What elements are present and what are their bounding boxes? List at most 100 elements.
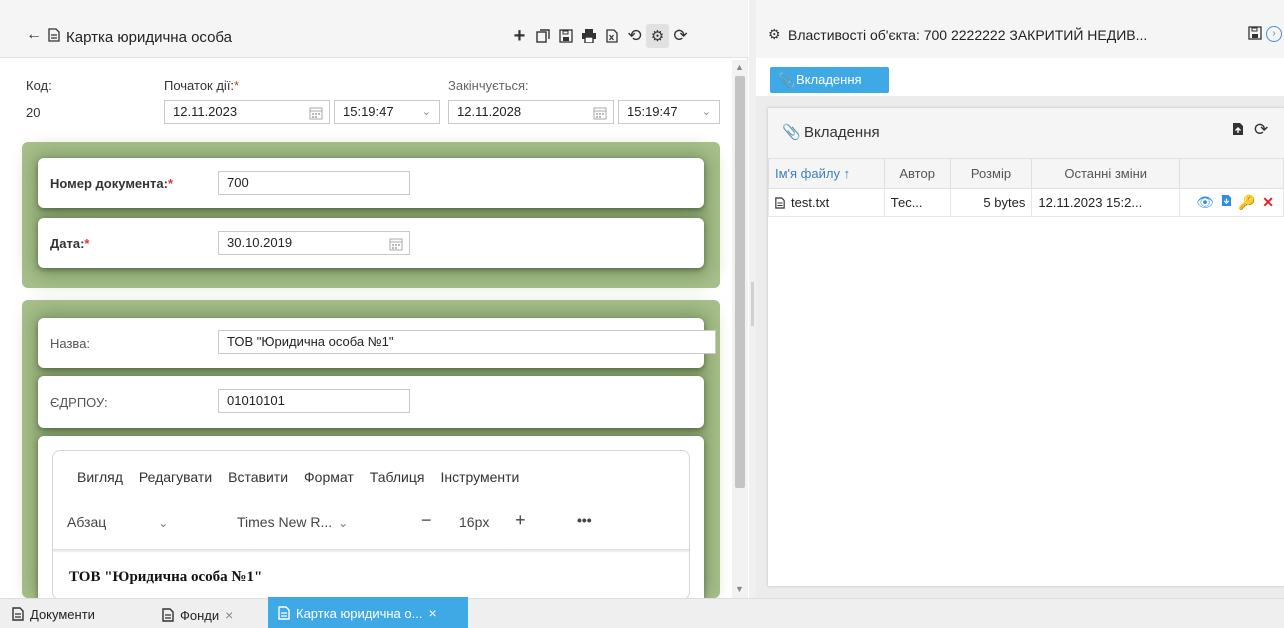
doc-date-value: 30.10.2019	[227, 235, 293, 250]
scroll-up-icon[interactable]: ▲	[735, 62, 744, 72]
start-label: Початок дії:*	[164, 78, 240, 93]
name-field[interactable]: ТОВ "Юридична особа №1"	[218, 330, 716, 354]
menu-table[interactable]: Таблиця	[370, 469, 425, 485]
card-title: Картка юридична особа	[66, 29, 233, 46]
menu-edit[interactable]: Редагувати	[139, 469, 212, 485]
calendar-icon[interactable]	[309, 105, 323, 127]
properties-panel: ⚙ Властивості об'єкта: 700 2222222 ЗАКРИ…	[756, 0, 1284, 598]
size-cell: 5 bytes	[949, 188, 1033, 217]
doc-date-field[interactable]: 30.10.2019	[218, 231, 410, 255]
font-select[interactable]: Times New R... ⌄	[237, 514, 348, 530]
document-icon	[162, 608, 174, 622]
close-icon[interactable]: ✕	[1262, 194, 1274, 211]
collapse-icon[interactable]: ›	[1266, 26, 1282, 42]
start-date-field[interactable]: 12.11.2023	[164, 100, 330, 124]
download-icon[interactable]	[1221, 194, 1232, 210]
column-size[interactable]: Розмір	[949, 158, 1033, 189]
document-icon	[48, 28, 60, 45]
end-date-field[interactable]: 12.11.2028	[448, 100, 614, 124]
eye-icon[interactable]: 👁	[1196, 194, 1214, 211]
splitter-grip[interactable]	[751, 282, 754, 326]
code-value: 20	[26, 105, 41, 120]
panel-splitter[interactable]	[749, 0, 756, 598]
tab-legal-entity-card[interactable]: Картка юридична о... ×	[268, 597, 468, 628]
upload-file-icon[interactable]	[1232, 122, 1244, 139]
document-group: Номер документа:* 700 Дата:* 30.10.2019	[22, 142, 720, 288]
file-name-cell[interactable]: test.txt	[768, 188, 885, 217]
scroll-down-icon[interactable]: ▼	[735, 584, 744, 594]
calendar-icon[interactable]	[389, 236, 403, 258]
back-arrow-icon[interactable]: ←	[26, 26, 42, 44]
doc-number-label: Номер документа:*	[50, 176, 174, 191]
properties-title: Властивості об'єкта: 700 2222222 ЗАКРИТИ…	[788, 27, 1148, 43]
attachments-button[interactable]: 📎 Вкладення	[770, 67, 889, 93]
editor-content[interactable]: ТОВ "Юридична особа №1"	[69, 569, 262, 586]
menu-view[interactable]: Вигляд	[77, 469, 123, 485]
save-icon[interactable]	[1248, 26, 1262, 43]
vertical-scrollbar[interactable]: ▲ ▼	[732, 60, 748, 598]
doc-number-card: Номер документа:* 700	[38, 158, 704, 208]
menu-insert[interactable]: Вставити	[228, 469, 288, 485]
name-value: ТОВ "Юридична особа №1"	[227, 334, 394, 349]
card-header: ← Картка юридична особа + ⟲ ⚙ ⟳	[0, 0, 748, 58]
menu-tools[interactable]: Інструменти	[440, 469, 519, 485]
copy-icon[interactable]	[531, 24, 554, 48]
history-icon[interactable]: ⟲	[623, 24, 646, 48]
paperclip-icon: 📎	[778, 72, 796, 88]
close-icon[interactable]: ×	[428, 605, 436, 621]
column-modified[interactable]: Останні зміни	[1031, 158, 1181, 189]
author-cell: Тес...	[883, 188, 951, 217]
add-icon[interactable]: +	[508, 24, 531, 48]
attachments-table: Ім'я файлу ↑ Автор Розмір Останні зміни …	[768, 158, 1284, 217]
column-file-name[interactable]: Ім'я файлу ↑	[768, 158, 885, 189]
attachments-panel-header: 📎 Вкладення ⟳	[768, 108, 1284, 158]
doc-number-field[interactable]: 700	[218, 171, 410, 195]
save-icon[interactable]	[554, 24, 577, 48]
close-icon[interactable]: ×	[225, 607, 233, 623]
doc-number-value: 700	[227, 175, 249, 190]
excel-icon[interactable]	[600, 24, 623, 48]
modified-cell: 12.11.2023 15:2...	[1031, 188, 1181, 217]
tab-funds[interactable]: Фонди ×	[162, 599, 262, 628]
refresh-icon[interactable]: ⟳	[1254, 120, 1268, 140]
document-icon	[278, 606, 290, 620]
key-icon[interactable]: 🔑	[1238, 194, 1255, 211]
rich-text-editor: Вигляд Редагувати Вставити Формат Таблиц…	[52, 450, 690, 600]
tab-label: Картка юридична о...	[296, 606, 423, 621]
attachments-area: 📎 Вкладення ⟳ Ім'я файлу ↑ Автор Розмір …	[756, 96, 1284, 598]
properties-header: ⚙ Властивості об'єкта: 700 2222222 ЗАКРИ…	[756, 0, 1284, 58]
edrpou-value: 01010101	[227, 393, 285, 408]
refresh-icon[interactable]: ⟳	[669, 24, 692, 48]
end-time-field[interactable]: 15:19:47 ⌄	[618, 100, 720, 124]
font-value: Times New R...	[237, 514, 333, 530]
font-size-value[interactable]: 16px	[459, 514, 489, 530]
edrpou-field[interactable]: 01010101	[218, 389, 410, 413]
doc-date-label: Дата:*	[50, 236, 90, 251]
chevron-down-icon: ⌄	[158, 516, 169, 530]
editor-menubar: Вигляд Редагувати Вставити Формат Таблиц…	[77, 469, 519, 485]
settings-icon[interactable]: ⚙	[646, 24, 669, 48]
font-size-decrease[interactable]: −	[421, 510, 432, 531]
card-toolbar: + ⟲ ⚙ ⟳	[508, 24, 692, 48]
toolbar-divider	[53, 549, 689, 553]
column-actions	[1179, 158, 1284, 189]
table-row[interactable]: test.txt Тес... 5 bytes 12.11.2023 15:2.…	[768, 188, 1284, 217]
start-date-value: 12.11.2023	[173, 104, 238, 119]
card-panel: ← Картка юридична особа + ⟲ ⚙ ⟳ Код: 20 …	[0, 0, 748, 600]
settings-icon: ⚙	[768, 26, 781, 42]
calendar-icon[interactable]	[593, 105, 607, 127]
more-icon[interactable]: •••	[577, 512, 592, 528]
column-author[interactable]: Автор	[883, 158, 951, 189]
chevron-down-icon[interactable]: ⌄	[702, 101, 711, 123]
start-time-field[interactable]: 15:19:47 ⌄	[334, 100, 440, 124]
name-card: Назва: ТОВ "Юридична особа №1"	[38, 318, 716, 368]
code-label: Код:	[26, 78, 52, 93]
tab-documents[interactable]: Документи	[12, 599, 142, 628]
scroll-thumb[interactable]	[735, 76, 745, 488]
attachments-panel-title: Вкладення	[804, 124, 880, 141]
font-size-increase[interactable]: +	[515, 510, 526, 531]
chevron-down-icon[interactable]: ⌄	[422, 101, 431, 123]
print-icon[interactable]	[577, 24, 600, 48]
block-select[interactable]: Абзац ⌄	[67, 514, 195, 530]
menu-format[interactable]: Формат	[304, 469, 354, 485]
